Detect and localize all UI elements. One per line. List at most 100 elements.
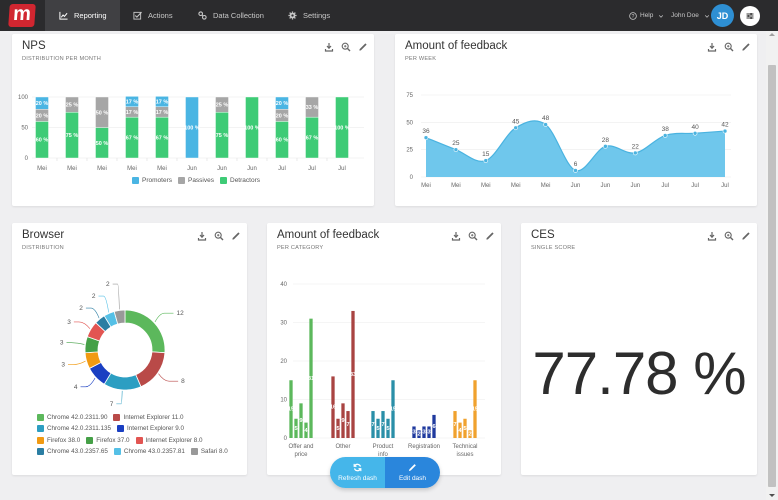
tab-data-collection[interactable]: Data Collection [188,0,274,31]
scroll-up-arrow[interactable] [769,33,775,36]
ces-score-value: 77.78 % [532,340,746,407]
data-label: 2 [417,432,420,438]
edit-icon[interactable] [358,42,368,52]
zoom-icon[interactable] [468,231,478,241]
feedback-week-chart: 0 25 50 75 36 Mei 25 Mei 15 Mei 45 Mei 48 Mei 6 Jun 28 Ju… [406,93,731,189]
connector-line [98,295,109,313]
data-label: 100 % [244,126,260,132]
data-label: 16 [330,405,336,411]
tab-settings[interactable]: Settings [278,0,340,31]
y-tick-label: 10 [280,398,287,404]
checkbox-icon [133,11,142,20]
data-label: 17 % [156,110,169,116]
data-label: 17 % [156,100,169,106]
y-tick-label: 75 [406,93,413,99]
page-scrollbar[interactable] [766,31,778,500]
data-label: 3 [427,430,430,436]
user-menu[interactable]: John Doe [671,0,710,31]
y-tick-label: 25 [406,148,413,154]
zoom-icon[interactable] [214,231,224,241]
legend-item: Safari 8.0 [190,448,228,456]
data-label: 9 [341,418,344,424]
card-title: Browser [22,229,65,241]
ces-card: CES SINGLE SCORE 77.78 % [521,223,757,475]
x-tick-label: Registration [408,444,440,450]
edit-icon[interactable] [231,231,241,241]
data-label: 50 % [96,141,109,147]
data-point [662,133,668,138]
legend-label: Chrome 43.0.2357.65 [47,448,108,456]
data-point [483,158,489,163]
chart-line-icon [59,11,68,20]
x-tick-label: Product [373,444,394,450]
download-icon[interactable] [324,42,334,52]
x-tick-label: Jun [247,166,257,172]
card-toolbar [197,231,241,241]
zoom-icon[interactable] [341,42,351,52]
legend-item: Chrome 42.0.2311.90 [37,414,107,422]
data-label: 60 % [36,138,49,144]
slice-label: 2 [106,281,110,288]
edit-icon[interactable] [741,231,751,241]
scroll-down-arrow[interactable] [769,494,775,497]
slice-label: 2 [92,293,96,300]
edit-dash-button[interactable]: Edit dash [385,457,440,488]
data-label: 5 [294,426,297,432]
browser-card: 12 8 7 4 3 3 3 2 2 2 Browser DISTRIBUTION Chrome … [12,223,247,475]
data-label: 48 [542,115,550,122]
data-label: 17 % [126,100,139,106]
tab-actions[interactable]: Actions [123,0,183,31]
app-logo[interactable]: m [8,3,36,27]
dashboard-settings-button[interactable] [740,6,760,26]
data-label: 38 [662,126,670,133]
download-icon[interactable] [197,231,207,241]
download-icon[interactable] [707,42,717,52]
help-label: Help [640,12,654,19]
legend-label: Detractors [230,177,260,184]
user-avatar[interactable]: JD [711,4,734,27]
nps-card: 0 50 100 60 % 20 % 20 % Mei 75 % 25 % Mei 50 % 50 %… [12,34,374,206]
data-label: 7 [453,422,456,428]
tab-label: Reporting [74,11,107,20]
legend-label: Chrome 43.0.2357.81 [123,448,185,456]
slice-label: 2 [79,305,83,312]
x-tick-label: Mei [541,183,551,189]
slice-label: 8 [181,378,185,385]
scrollbar-thumb[interactable] [768,65,776,487]
edit-icon[interactable] [485,231,495,241]
help-menu[interactable]: ? Help [629,0,664,31]
legend-swatch [37,425,44,433]
edit-dash-label: Edit dash [398,475,427,482]
x-tick-label: Jun [217,166,227,172]
data-label: 40 [691,124,699,131]
x-tick-label: issues [456,452,473,458]
y-tick-label: 0 [25,156,29,162]
data-label: 28 [602,137,610,144]
data-point [722,128,728,134]
download-icon[interactable] [451,231,461,241]
connector-line [68,360,86,365]
x-tick-label: Jun [571,183,581,189]
feedback-category-chart: 0102030401559431Offer andprice1659733Oth… [280,282,485,458]
feedback-week-card: 0 25 50 75 36 Mei 25 Mei 15 Mei 45 Mei 48 Mei 6 Jun 28 Ju… [395,34,757,206]
tab-reporting[interactable]: Reporting [45,0,120,31]
refresh-dash-button[interactable]: Refresh dash [330,457,385,488]
connector-line [66,342,85,345]
legend-label: Internet Explorer 9.0 [126,425,185,433]
zoom-icon[interactable] [724,231,734,241]
slice-label: 3 [60,340,64,347]
slice-label: 12 [176,310,184,317]
edit-icon[interactable] [741,42,751,52]
slice-label: 3 [61,362,65,369]
data-label: 5 [386,426,389,432]
connector-line [158,373,179,382]
gear-icon [288,11,297,20]
card-toolbar [707,231,751,241]
legend-row: Chrome 42.0.2311.90 Internet Explorer 11.… [37,412,234,423]
download-icon[interactable] [707,231,717,241]
data-label: 4 [458,428,462,434]
x-tick-label: Jul [661,183,669,189]
zoom-icon[interactable] [724,42,734,52]
x-tick-label: Jul [721,183,729,189]
x-tick-label: Other [335,444,350,450]
